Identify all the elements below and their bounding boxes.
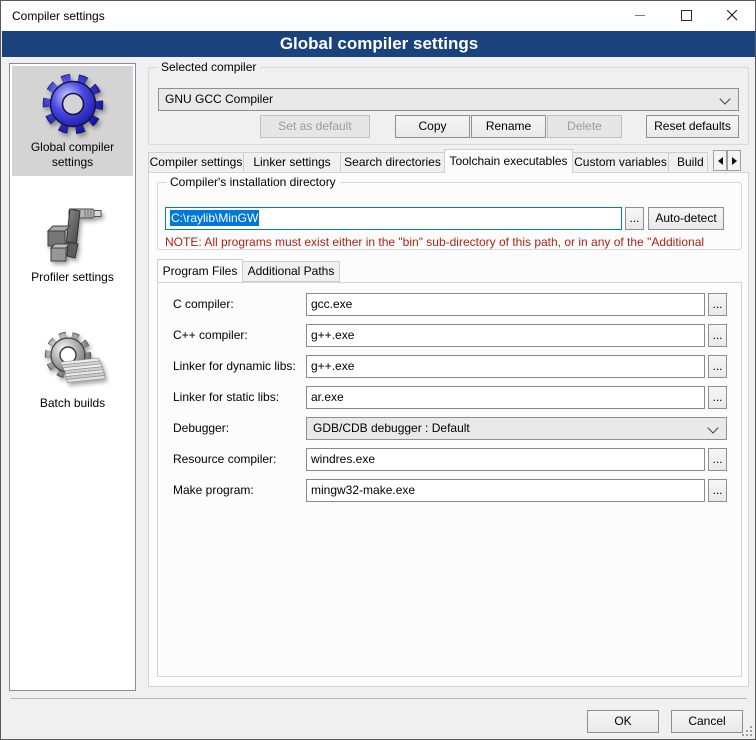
make-program-input[interactable]: mingw32-make.exe: [306, 479, 705, 502]
linker-dynamic-browse-button[interactable]: ...: [708, 355, 727, 378]
maximize-button[interactable]: [663, 1, 709, 30]
sidebar-item-label: Profiler settings: [12, 270, 133, 291]
resource-compiler-browse-button[interactable]: ...: [708, 448, 727, 471]
batch-builds-icon: [41, 328, 105, 392]
debugger-select-value: GDB/CDB debugger : Default: [313, 421, 470, 435]
resize-grip[interactable]: [742, 726, 752, 736]
program-files-tabstrip: Program Files Additional Paths: [157, 259, 742, 282]
scroll-left-icon: [718, 157, 723, 165]
cpp-compiler-browse-button[interactable]: ...: [708, 324, 727, 347]
tab-program-files[interactable]: Program Files: [157, 259, 243, 282]
sidebar-item-label: Batch builds: [12, 396, 133, 417]
compiler-select[interactable]: GNU GCC Compiler: [158, 88, 739, 111]
maximize-icon: [681, 10, 692, 21]
c-compiler-label: C compiler:: [173, 293, 234, 316]
sidebar: Global compiler settings Profiler s: [9, 63, 136, 691]
linker-dynamic-label: Linker for dynamic libs:: [173, 355, 296, 378]
blue-gear-icon: [41, 72, 105, 136]
sidebar-item-label: Global compiler settings: [12, 140, 133, 176]
chevron-down-icon: [719, 93, 730, 104]
page-title: Global compiler settings: [2, 31, 756, 57]
tab-custom-variables[interactable]: Custom variables: [572, 152, 669, 173]
resource-compiler-input[interactable]: windres.exe: [306, 448, 705, 471]
chevron-down-icon: [707, 422, 718, 433]
resource-compiler-label: Resource compiler:: [173, 448, 276, 471]
installation-directory-legend: Compiler's installation directory: [166, 175, 340, 189]
ok-button[interactable]: OK: [587, 710, 659, 733]
scroll-right-icon: [732, 157, 737, 165]
cpp-compiler-label: C++ compiler:: [173, 324, 248, 347]
minimize-icon: [635, 10, 646, 21]
linker-static-input[interactable]: ar.exe: [306, 386, 705, 409]
scroll-tabs-right-button[interactable]: [727, 150, 741, 171]
linker-static-browse-button[interactable]: ...: [708, 386, 727, 409]
tab-scrollers: [713, 150, 741, 171]
installation-directory-value: C:\raylib\MinGW: [170, 210, 259, 226]
tab-linker-settings[interactable]: Linker settings: [243, 152, 341, 173]
linker-dynamic-input[interactable]: g++.exe: [306, 355, 705, 378]
installation-directory-input[interactable]: C:\raylib\MinGW: [165, 207, 622, 230]
linker-static-label: Linker for static libs:: [173, 386, 279, 409]
compiler-select-value: GNU GCC Compiler: [165, 92, 273, 106]
compiler-settings-dialog: Compiler settings Global compiler settin…: [0, 0, 756, 740]
toolchain-executables-page: Compiler's installation directory C:\ray…: [148, 172, 749, 687]
titlebar: Compiler settings: [1, 1, 755, 31]
window-controls: [617, 1, 755, 30]
make-program-label: Make program:: [173, 479, 254, 502]
tab-build-options[interactable]: Build options: [668, 152, 708, 173]
c-compiler-input[interactable]: gcc.exe: [306, 293, 705, 316]
tab-compiler-settings[interactable]: Compiler settings: [148, 152, 244, 173]
program-files-page: C compiler: gcc.exe ... C++ compiler: g+…: [157, 282, 742, 677]
set-as-default-button[interactable]: Set as default: [260, 115, 370, 138]
cpp-compiler-input[interactable]: g++.exe: [306, 324, 705, 347]
caliper-icon: [41, 202, 105, 266]
footer-divider: [11, 698, 747, 699]
sidebar-item-profiler-settings[interactable]: Profiler settings: [12, 196, 133, 291]
window-title: Compiler settings: [12, 9, 105, 23]
debugger-select[interactable]: GDB/CDB debugger : Default: [306, 417, 727, 440]
bin-subdirectory-note: NOTE: All programs must exist either in …: [165, 235, 742, 249]
minimize-button[interactable]: [617, 1, 663, 30]
tab-search-directories[interactable]: Search directories: [340, 152, 445, 173]
sidebar-item-global-compiler-settings[interactable]: Global compiler settings: [12, 66, 133, 176]
cancel-button[interactable]: Cancel: [671, 710, 743, 733]
copy-button[interactable]: Copy: [395, 115, 470, 138]
scroll-tabs-left-button[interactable]: [713, 150, 727, 171]
close-icon: [727, 10, 738, 21]
rename-button[interactable]: Rename: [471, 115, 546, 138]
c-compiler-browse-button[interactable]: ...: [708, 293, 727, 316]
tab-additional-paths[interactable]: Additional Paths: [242, 261, 340, 282]
tab-toolchain-executables[interactable]: Toolchain executables: [444, 149, 573, 173]
selected-compiler-legend: Selected compiler: [157, 60, 260, 74]
auto-detect-button[interactable]: Auto-detect: [648, 207, 724, 230]
reset-defaults-button[interactable]: Reset defaults: [646, 115, 739, 138]
close-button[interactable]: [709, 1, 755, 30]
browse-directory-button[interactable]: ...: [625, 207, 644, 230]
delete-button[interactable]: Delete: [547, 115, 622, 138]
make-program-browse-button[interactable]: ...: [708, 479, 727, 502]
debugger-label: Debugger:: [173, 417, 229, 440]
settings-tabstrip: Compiler settings Linker settings Search…: [148, 149, 749, 173]
sidebar-item-batch-builds[interactable]: Batch builds: [12, 322, 133, 417]
